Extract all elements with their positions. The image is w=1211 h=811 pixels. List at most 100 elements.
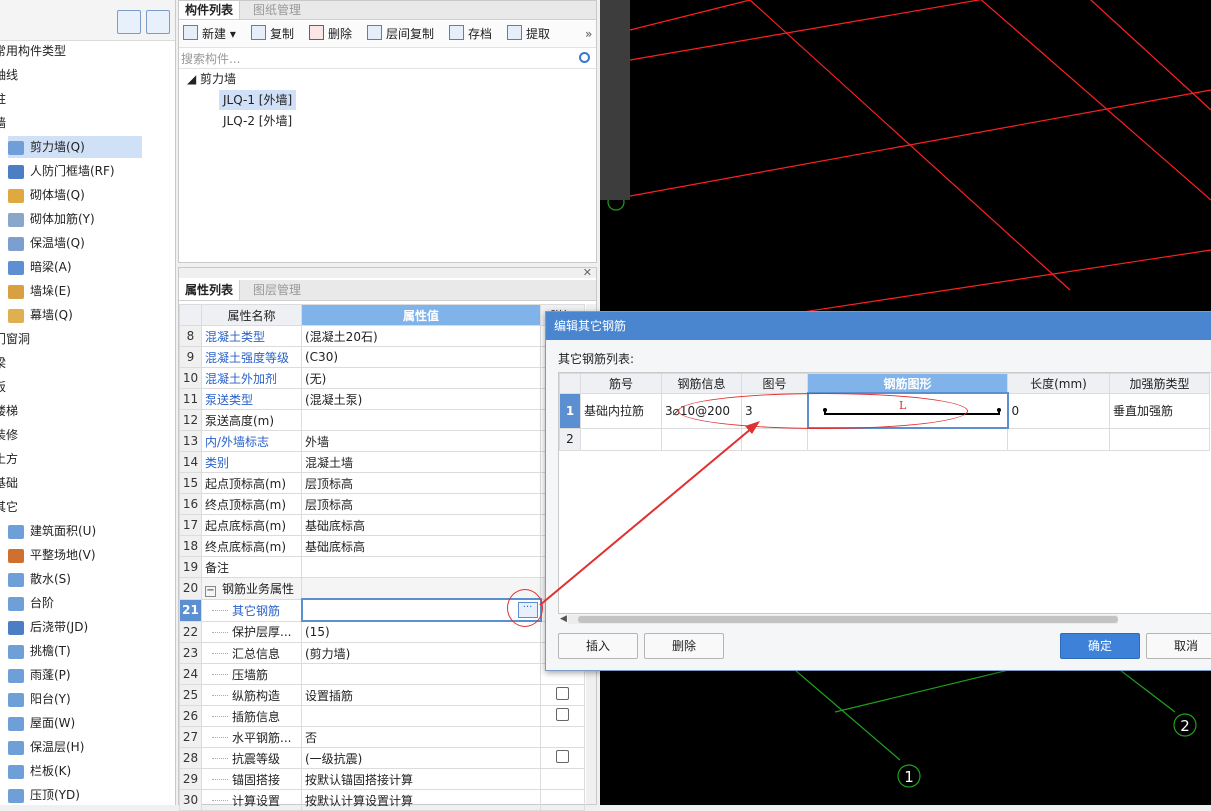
tree-item[interactable]: 梁: [0, 352, 6, 374]
cell-rein-type[interactable]: 垂直加强筋: [1109, 392, 1210, 429]
delete-button[interactable]: 删除: [309, 25, 352, 43]
tree-item[interactable]: 楼梯: [0, 400, 18, 422]
extra-checkbox[interactable]: [556, 687, 569, 700]
tree-item[interactable]: 砌体墙(Q): [8, 184, 85, 206]
tree-item[interactable]: 常用构件类型: [0, 40, 66, 62]
toolbar-overflow-icon[interactable]: »: [585, 25, 592, 43]
property-value[interactable]: (剪力墙): [301, 642, 541, 664]
tree-item[interactable]: 土方: [0, 448, 18, 470]
property-row[interactable]: 19 备注: [179, 556, 585, 578]
extra-checkbox[interactable]: [556, 750, 569, 763]
property-row[interactable]: 12 泵送高度(m): [179, 409, 585, 431]
tree-item[interactable]: 基础: [0, 472, 18, 494]
property-row[interactable]: 15 起点顶标高(m) 层顶标高: [179, 472, 585, 494]
archive-button[interactable]: 存档: [449, 25, 492, 43]
property-row[interactable]: 26 插筋信息: [179, 705, 585, 727]
tab-layer-management[interactable]: 图层管理: [247, 280, 307, 300]
tree-item[interactable]: 轴线: [0, 64, 18, 86]
property-row[interactable]: 8 混凝土类型 (混凝土20石): [179, 325, 585, 347]
tab-component-list[interactable]: 构件列表: [179, 1, 241, 19]
property-value[interactable]: (混凝土20石): [301, 325, 541, 347]
tree-item[interactable]: 剪力墙(Q): [8, 136, 142, 158]
tree-item[interactable]: 板: [0, 376, 6, 398]
property-value[interactable]: 层顶标高: [301, 472, 541, 494]
dialog-hscroll[interactable]: [568, 615, 1118, 624]
panel-view-button[interactable]: [146, 10, 170, 34]
property-value[interactable]: 外墙: [301, 430, 541, 452]
tree-item[interactable]: 挑檐(T): [8, 640, 71, 662]
property-row[interactable]: 23 汇总信息 (剪力墙): [179, 642, 585, 664]
property-extra[interactable]: [540, 747, 585, 769]
tab-drawing-management[interactable]: 图纸管理: [247, 1, 307, 19]
property-row[interactable]: 30 计算设置 按默认计算设置计算: [179, 789, 585, 811]
tree-item[interactable]: 墙: [0, 112, 6, 134]
tree-item[interactable]: 其它: [0, 496, 18, 518]
component-search-input[interactable]: 搜索构件...: [179, 50, 598, 69]
tree-item[interactable]: 砌体加筋(Y): [8, 208, 95, 230]
tab-property-list[interactable]: 属性列表: [179, 280, 241, 300]
property-row[interactable]: 14 类别 混凝土墙: [179, 451, 585, 473]
tree-root-shear-wall[interactable]: ◢ 剪力墙: [187, 69, 236, 89]
tree-item[interactable]: 压顶(YD): [8, 784, 80, 805]
component-item-jlq-1[interactable]: JLQ-1 [外墙]: [219, 90, 297, 110]
property-value[interactable]: [301, 663, 541, 685]
tree-item[interactable]: 保温层(H): [8, 736, 84, 758]
table-row[interactable]: 2: [559, 427, 1210, 451]
collapse-icon[interactable]: −: [205, 585, 216, 597]
property-value[interactable]: 按默认计算设置计算: [301, 789, 541, 811]
cell-bar-no[interactable]: 基础内拉筋: [580, 392, 662, 429]
property-value[interactable]: 按默认锚固搭接计算: [301, 768, 541, 790]
property-row[interactable]: 25 纵筋构造 设置插筋: [179, 684, 585, 706]
property-value[interactable]: 否: [301, 726, 541, 748]
property-value[interactable]: 混凝土墙: [301, 451, 541, 473]
property-value[interactable]: 层顶标高: [301, 493, 541, 515]
property-row[interactable]: 24 压墙筋: [179, 663, 585, 685]
property-value[interactable]: (一级抗震): [301, 747, 541, 769]
property-value[interactable]: 基础底标高: [301, 535, 541, 557]
property-row[interactable]: 16 终点顶标高(m) 层顶标高: [179, 493, 585, 515]
property-row[interactable]: 28 抗震等级 (一级抗震): [179, 747, 585, 769]
property-value[interactable]: [301, 409, 541, 431]
tree-item[interactable]: 屋面(W): [8, 712, 75, 734]
tree-item[interactable]: 平整场地(V): [8, 544, 96, 566]
tree-item[interactable]: 柱: [0, 88, 6, 110]
tree-item[interactable]: 墙垛(E): [8, 280, 71, 302]
tree-item[interactable]: 散水(S): [8, 568, 71, 590]
tree-item[interactable]: 栏板(K): [8, 760, 71, 782]
new-button[interactable]: 新建 ▾: [183, 25, 236, 43]
floor-copy-button[interactable]: 层间复制: [367, 25, 434, 43]
tree-item[interactable]: 保温墙(Q): [8, 232, 85, 254]
tree-item[interactable]: 装修: [0, 424, 18, 446]
property-value[interactable]: (混凝土泵): [301, 388, 541, 410]
tree-item[interactable]: 雨蓬(P): [8, 664, 71, 686]
property-row[interactable]: 9 混凝土强度等级 (C30): [179, 346, 585, 368]
property-value[interactable]: [301, 556, 541, 578]
property-row[interactable]: 17 起点底标高(m) 基础底标高: [179, 514, 585, 536]
list-view-button[interactable]: [117, 10, 141, 34]
property-value[interactable]: ···: [300, 598, 542, 622]
property-row[interactable]: 13 内/外墙标志 外墙: [179, 430, 585, 452]
property-row[interactable]: 27 水平钢筋... 否: [179, 726, 585, 748]
tree-item[interactable]: 暗梁(A): [8, 256, 72, 278]
component-item-jlq-2[interactable]: JLQ-2 [外墙]: [219, 111, 296, 131]
tree-item[interactable]: 门窗洞: [0, 328, 30, 350]
close-icon[interactable]: ✕: [583, 266, 592, 279]
property-extra[interactable]: [540, 705, 585, 727]
property-value[interactable]: (无): [301, 367, 541, 389]
search-icon[interactable]: [579, 52, 590, 63]
property-value[interactable]: (15): [301, 620, 541, 643]
property-row[interactable]: 18 终点底标高(m) 基础底标高: [179, 535, 585, 557]
extract-button[interactable]: 提取: [507, 25, 550, 43]
property-extra[interactable]: [540, 768, 585, 790]
property-value[interactable]: [301, 705, 541, 727]
cell-length[interactable]: 0: [1007, 392, 1110, 429]
property-row[interactable]: 11 泵送类型 (混凝土泵): [179, 388, 585, 410]
tree-item[interactable]: 台阶: [8, 592, 54, 614]
property-value[interactable]: 基础底标高: [301, 514, 541, 536]
cancel-button[interactable]: 取消: [1146, 633, 1211, 659]
property-row[interactable]: 10 混凝土外加剂 (无): [179, 367, 585, 389]
ok-button[interactable]: 确定: [1060, 633, 1140, 659]
tree-item[interactable]: 幕墙(Q): [8, 304, 73, 326]
property-value[interactable]: 设置插筋: [301, 684, 541, 706]
extra-checkbox[interactable]: [556, 708, 569, 721]
